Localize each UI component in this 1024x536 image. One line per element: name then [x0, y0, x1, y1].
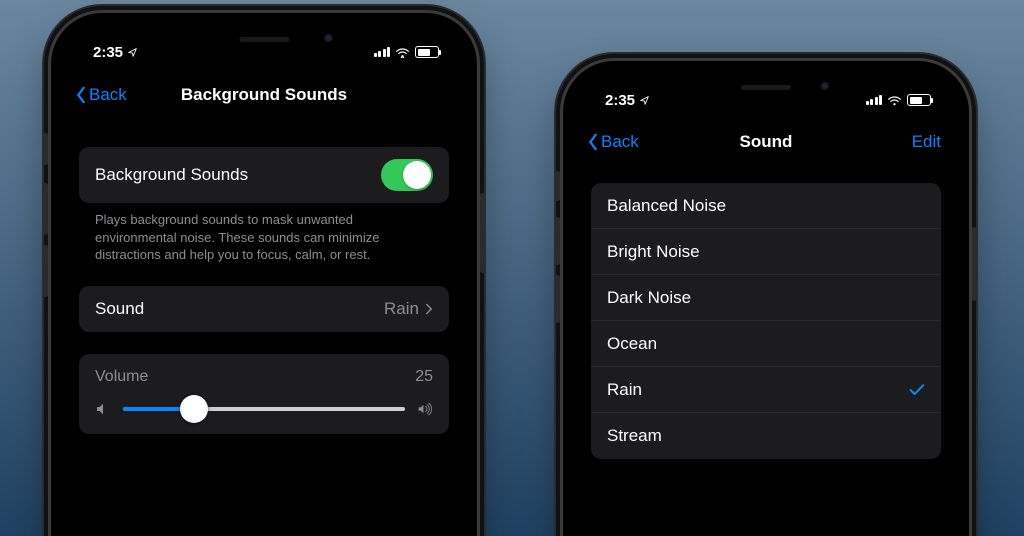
sound-list: Balanced Noise Bright Noise Dark Noise Ocea…: [591, 183, 941, 459]
sound-label: Sound: [95, 299, 144, 319]
silence-switch: [555, 171, 560, 201]
back-button[interactable]: Back: [75, 85, 127, 105]
status-time: 2:35: [93, 44, 123, 61]
sound-option-label: Rain: [607, 380, 642, 400]
power-button: [972, 227, 977, 301]
volume-down-button: [43, 245, 48, 297]
back-button[interactable]: Back: [587, 132, 639, 152]
battery-icon: [415, 46, 439, 58]
sound-option-label: Balanced Noise: [607, 196, 726, 216]
back-label: Back: [89, 85, 127, 105]
nav-bar: Back Sound Edit: [575, 121, 957, 163]
speaker-low-icon: [95, 402, 111, 416]
chevron-right-icon: [425, 303, 433, 315]
sound-option-label: Ocean: [607, 334, 657, 354]
location-icon: [639, 95, 650, 106]
sound-option[interactable]: Balanced Noise: [591, 183, 941, 229]
back-label: Back: [601, 132, 639, 152]
notch: [155, 25, 372, 53]
cellular-signal-icon: [866, 95, 883, 105]
sound-option[interactable]: Bright Noise: [591, 229, 941, 275]
speaker-high-icon: [417, 402, 433, 416]
volume-up-button: [555, 217, 560, 265]
sound-option-label: Dark Noise: [607, 288, 691, 308]
background-sounds-toggle[interactable]: [381, 159, 433, 191]
sound-option[interactable]: Dark Noise: [591, 275, 941, 321]
volume-slider[interactable]: [95, 402, 433, 416]
volume-label: Volume: [95, 368, 148, 386]
sound-option-label: Bright Noise: [607, 242, 700, 262]
background-sounds-toggle-row[interactable]: Background Sounds: [79, 147, 449, 203]
screen-right: 2:35 Back: [575, 73, 957, 536]
volume-row: Volume 25: [79, 354, 449, 434]
sound-value: Rain: [384, 299, 419, 319]
cellular-signal-icon: [374, 47, 391, 57]
edit-button[interactable]: Edit: [912, 132, 941, 152]
wifi-icon: [887, 95, 902, 106]
nav-bar: Back Background Sounds: [63, 73, 465, 117]
power-button: [480, 193, 485, 273]
chevron-left-icon: [75, 86, 87, 104]
sound-option[interactable]: Stream: [591, 413, 941, 459]
volume-slider-thumb[interactable]: [180, 395, 208, 423]
sound-option[interactable]: Rain: [591, 367, 941, 413]
volume-up-button: [43, 183, 48, 235]
sound-option[interactable]: Ocean: [591, 321, 941, 367]
screen-left: 2:35 Back: [63, 25, 465, 536]
silence-switch: [43, 133, 48, 165]
location-icon: [127, 47, 138, 58]
wifi-icon: [395, 47, 410, 58]
background-sounds-description: Plays background sounds to mask unwanted…: [79, 203, 449, 264]
sound-option-label: Stream: [607, 426, 662, 446]
toggle-label: Background Sounds: [95, 165, 248, 185]
notch: [663, 73, 869, 101]
checkmark-icon: [909, 383, 925, 397]
volume-value: 25: [415, 368, 433, 386]
sound-row[interactable]: Sound Rain: [79, 286, 449, 332]
sound-selection-group: Sound Rain: [79, 286, 449, 332]
chevron-left-icon: [587, 133, 599, 151]
battery-icon: [907, 94, 931, 106]
phone-device-left: 2:35 Back: [48, 10, 480, 536]
volume-down-button: [555, 275, 560, 323]
status-time: 2:35: [605, 92, 635, 109]
volume-group: Volume 25: [79, 354, 449, 434]
background-sounds-toggle-group: Background Sounds: [79, 147, 449, 203]
phone-device-right: 2:35 Back: [560, 58, 972, 536]
